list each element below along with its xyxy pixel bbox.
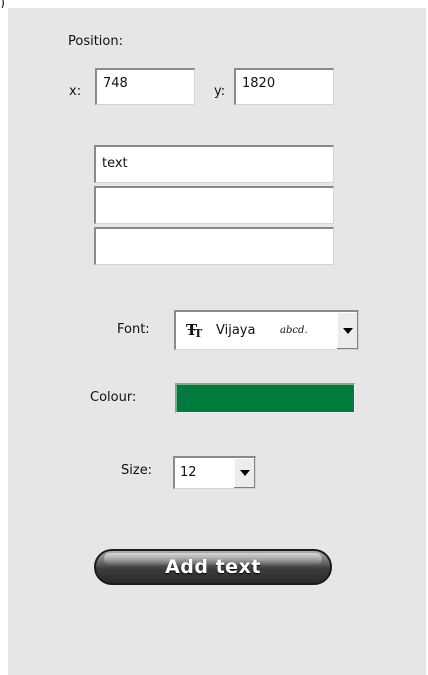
chevron-down-icon bbox=[342, 327, 353, 334]
y-label: y: bbox=[214, 84, 226, 99]
corner-mark: ) bbox=[0, 0, 6, 8]
colour-fill bbox=[177, 385, 354, 412]
text-line-3-input[interactable] bbox=[94, 227, 334, 265]
text-line-1-input[interactable]: text bbox=[94, 145, 334, 183]
add-text-button[interactable]: Add text bbox=[94, 549, 332, 585]
font-dropdown-button[interactable] bbox=[336, 312, 358, 349]
font-label: Font: bbox=[117, 322, 150, 337]
font-sample: abcd. bbox=[280, 325, 308, 336]
font-name: Vijaya bbox=[216, 323, 256, 338]
text-line-2-input[interactable] bbox=[94, 186, 334, 224]
size-select[interactable]: 12 bbox=[173, 456, 256, 489]
colour-label: Colour: bbox=[90, 390, 137, 405]
font-select[interactable]: ŦT Vijaya abcd. bbox=[174, 310, 359, 350]
text-tool-panel: Position: x: 748 y: 1820 text Font: ŦT V… bbox=[8, 8, 426, 675]
size-value: 12 bbox=[180, 465, 197, 480]
size-label: Size: bbox=[121, 463, 153, 478]
add-text-button-label: Add text bbox=[165, 556, 261, 578]
truetype-icon: ŦT bbox=[186, 321, 203, 340]
x-input[interactable]: 748 bbox=[95, 68, 195, 105]
y-input[interactable]: 1820 bbox=[234, 68, 334, 105]
colour-swatch[interactable] bbox=[175, 383, 355, 413]
x-label: x: bbox=[69, 84, 82, 99]
chevron-down-icon bbox=[239, 470, 250, 476]
position-label: Position: bbox=[68, 34, 123, 49]
size-dropdown-button[interactable] bbox=[233, 458, 255, 488]
